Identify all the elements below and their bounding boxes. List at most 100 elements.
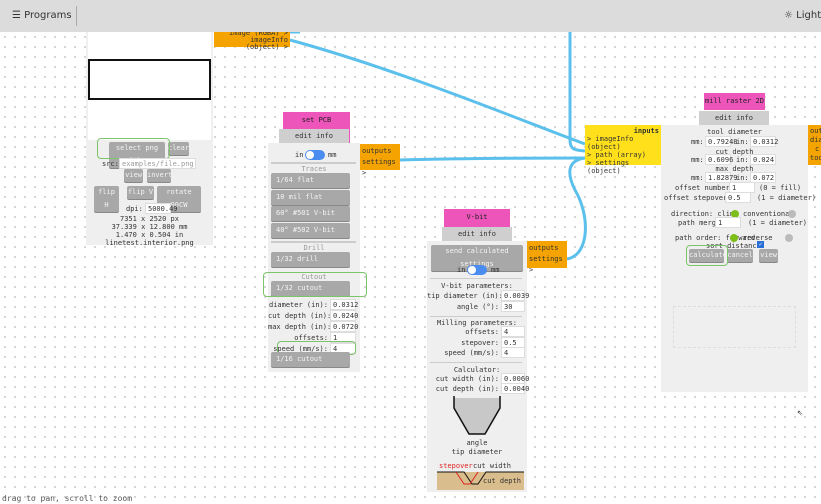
input-path[interactable]: > path (array) (587, 151, 659, 159)
unit-in-label: in (457, 266, 466, 274)
unit-in-label: in (295, 151, 304, 159)
input-settings[interactable]: > settings (object) (587, 159, 659, 175)
status-hint: drag to pan, scroll to zoom (2, 494, 133, 503)
output-imageinfo[interactable]: imageInfo (object) > (216, 37, 288, 51)
diagram-stepover-label: stepover (439, 462, 473, 470)
offsets-input[interactable]: 4 (501, 326, 525, 337)
angle-label: angle (°): (456, 303, 499, 311)
invert-button[interactable]: invert (147, 169, 172, 182)
tool-diameter-in-input[interactable]: 0.0312 (750, 136, 778, 147)
mm-label: mm: (691, 174, 704, 182)
outputs-label: outputs (529, 244, 559, 252)
preset-60-vbit[interactable]: 60° #501 V-bit (271, 206, 350, 221)
mill-module-title[interactable]: mill raster 2D (704, 93, 765, 110)
dpi-label: dpi: (126, 205, 143, 213)
vbit-outputs: outputs settings > (527, 241, 567, 274)
src-input[interactable]: examples/file.png (119, 158, 196, 169)
output-toolpath[interactable]: too (810, 154, 821, 163)
diameter-label: diameter (in): (268, 301, 328, 309)
angle-input[interactable]: 30 (501, 301, 525, 312)
offsets-label: offsets: (465, 328, 499, 336)
pcb-defaults-module: in mm Traces 1/64 flat 10 mil flat 60° #… (263, 143, 367, 372)
stepover-label: stepover: (461, 339, 499, 347)
offset-stepover-input[interactable]: 0.5 (725, 192, 751, 203)
mill-inputs: inputs > imageInfo (object) > path (arra… (585, 125, 661, 175)
hamburger-icon: ☰ (12, 10, 21, 21)
output-settings[interactable]: settings > (529, 254, 565, 276)
diagram-cut-depth-label: cut depth (483, 477, 521, 485)
preset-1-32-drill[interactable]: 1/32 drill (271, 252, 350, 267)
preset-40-vbit[interactable]: 40° #502 V-bit (271, 223, 350, 238)
cut-depth-output[interactable]: 0.0040 (501, 383, 529, 394)
cut-depth-header: cut depth (715, 148, 754, 156)
tool-diameter-header: tool diameter (707, 128, 762, 136)
max-depth-input[interactable]: 0.0720 (330, 321, 358, 332)
outputs-label: outputs (362, 147, 392, 155)
cut-width-label: cut width (in): (435, 375, 499, 383)
preset-10-mil-flat[interactable]: 10 mil flat (271, 190, 350, 205)
top-bar: ☰ Programs ☼ Light (0, 0, 821, 32)
preset-1-16-cutout[interactable]: 1/16 cutout (271, 352, 350, 367)
mouse-cursor-icon: ⇖ (797, 407, 804, 418)
diagram-cut-width-label: cut width (473, 462, 511, 470)
mm-label: mm: (691, 138, 704, 146)
toolpath-preview (673, 306, 796, 348)
unit-mm-label: mm (328, 151, 337, 159)
mill-outputs: outputs dia c too (808, 125, 821, 165)
cancel-button[interactable]: cancel (727, 249, 753, 262)
highlight (97, 138, 170, 159)
offset-number-hint: (0 = fill) (759, 184, 802, 192)
output-cut[interactable]: c (810, 145, 821, 154)
outputs-label: outputs (810, 127, 821, 135)
diagram-tip-label: tip diameter (451, 448, 503, 456)
offset-stepover-hint: (1 = diameter) (757, 194, 817, 202)
speed-label: speed (mm/s): (444, 349, 499, 357)
sun-icon: ☼ (784, 10, 793, 21)
speed-input[interactable]: 4 (501, 347, 525, 358)
read-png-module: select png file clear src: examples/file… (86, 32, 213, 247)
in-label: in: (736, 138, 749, 146)
max-depth-header: max depth (715, 165, 754, 173)
mill-raster-module: tool diameter mm: 0.79248 in: 0.0312 cut… (661, 125, 816, 392)
divider (76, 6, 77, 26)
theme-toggle[interactable]: ☼ Light (784, 10, 821, 21)
output-diameter[interactable]: dia (810, 136, 821, 145)
path-merge-hint: (1 = diameter) (748, 219, 808, 227)
cut-depth-input[interactable]: 0.0240 (330, 310, 358, 321)
unit-toggle[interactable] (305, 150, 325, 160)
unit-mm-label: mm (491, 266, 500, 274)
tool-diameter-mm-input[interactable]: 0.79248 (705, 136, 738, 147)
conventional-radio[interactable] (788, 210, 796, 218)
preset-1-64-flat[interactable]: 1/64 flat (271, 173, 350, 188)
cut-depth-label: cut depth (in): (435, 385, 499, 393)
max-depth-label: max depth (in): (268, 323, 332, 331)
src-label: src: (102, 160, 119, 168)
inputs-label: inputs (633, 127, 659, 135)
dpi-input[interactable]: 5000.49 (145, 203, 178, 214)
tip-diameter-label: tip diameter (in): (427, 292, 503, 300)
flip-h-button[interactable]: flip H (94, 186, 119, 212)
unit-toggle[interactable] (467, 265, 487, 275)
programs-label: Programs (24, 10, 72, 21)
filename: linetest.interior.png (105, 239, 194, 247)
view-button[interactable]: view (124, 169, 143, 182)
input-imageinfo[interactable]: > imageInfo (object) (587, 135, 659, 151)
flip-v-button[interactable]: flip V (127, 186, 154, 199)
highlight (686, 245, 728, 266)
diameter-input[interactable]: 0.0312 (330, 299, 358, 310)
tip-diameter-input[interactable]: 0.0039 (501, 290, 529, 301)
highlight (263, 272, 367, 297)
reverse-radio[interactable] (785, 234, 793, 242)
path-merge-input[interactable]: 1 (715, 217, 741, 228)
preview-shape (88, 59, 211, 100)
vbit-calculator-module: send calculated settings in mm V-bit par… (427, 241, 529, 492)
clear-button[interactable]: clear (168, 142, 189, 155)
theme-label: Light (796, 10, 821, 21)
programs-menu-button[interactable]: ☰ Programs (12, 10, 72, 21)
output-settings[interactable]: settings > (362, 157, 398, 179)
offset-stepover-label: offset stepover: (664, 194, 732, 202)
pcb-outputs: outputs settings > (360, 144, 400, 177)
sort-distance-checkbox[interactable]: ✓ (757, 241, 764, 248)
view-button[interactable]: view (759, 249, 778, 262)
max-depth-mm-input[interactable]: 1.82879 (705, 172, 738, 183)
